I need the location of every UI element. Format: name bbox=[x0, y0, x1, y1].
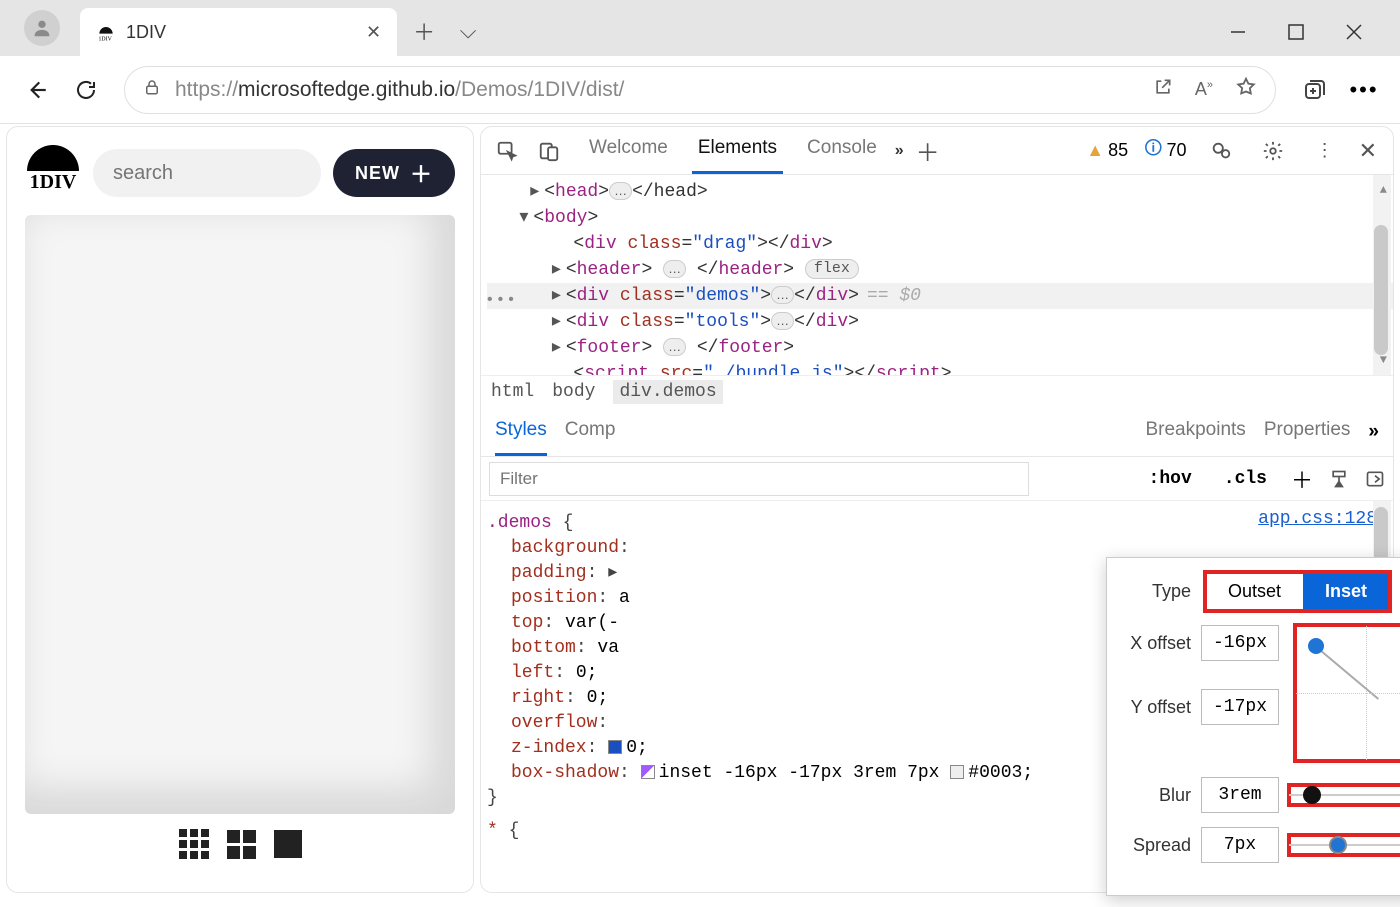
styles-filterbar: :hov .cls ＋ bbox=[481, 457, 1393, 501]
styles-filter-input[interactable] bbox=[489, 462, 1029, 496]
tab-title: 1DIV bbox=[126, 22, 356, 43]
settings-icon[interactable] bbox=[1255, 133, 1291, 169]
devtools-toolbar: Welcome Elements Console » ＋ ▲85 🛈70 ⋮ ✕ bbox=[481, 127, 1393, 175]
crumb-demos[interactable]: div.demos bbox=[613, 380, 722, 404]
new-tab-devtools-icon[interactable]: ＋ bbox=[910, 133, 946, 169]
new-tab-button[interactable]: ＋ bbox=[407, 14, 441, 48]
address-bar: https://microsoftedge.github.io/Demos/1D… bbox=[0, 56, 1400, 124]
dom-breadcrumb: html body div.demos bbox=[481, 375, 1393, 407]
spread-label: Spread bbox=[1121, 835, 1191, 856]
lock-icon bbox=[143, 77, 161, 102]
styles-format-icon[interactable] bbox=[1329, 469, 1349, 489]
offset-thumb-icon[interactable] bbox=[1308, 638, 1324, 654]
dom-selected-row[interactable]: ••• ▸<div class="demos">…</div>== $0 bbox=[487, 283, 1393, 309]
minimize-button[interactable] bbox=[1228, 22, 1248, 42]
url-text: https://microsoftedge.github.io/Demos/1D… bbox=[175, 78, 1139, 102]
shadow-swatch-icon[interactable] bbox=[641, 765, 655, 779]
devtools-panel: Welcome Elements Console » ＋ ▲85 🛈70 ⋮ ✕… bbox=[480, 126, 1394, 893]
collections-icon[interactable] bbox=[1292, 68, 1336, 112]
devtools-close-icon[interactable]: ✕ bbox=[1359, 138, 1377, 164]
browser-menu-icon[interactable]: ••• bbox=[1342, 68, 1386, 112]
maximize-button[interactable] bbox=[1286, 22, 1306, 42]
dom-tree[interactable]: ▸<head>…</head> ▾<body> <div class="drag… bbox=[481, 175, 1393, 375]
tabs-more-icon[interactable]: » bbox=[895, 142, 904, 160]
view-mode-buttons bbox=[25, 814, 455, 874]
browser-tab[interactable]: 1DIV 1DIV ✕ bbox=[80, 8, 397, 56]
devtools-more-icon[interactable]: ⋮ bbox=[1307, 133, 1343, 169]
webpage-1div: 1DIV NEW ＋ bbox=[6, 126, 474, 893]
crumb-body[interactable]: body bbox=[552, 382, 595, 402]
tabs-overflow-icon[interactable]: ⌵ bbox=[451, 14, 485, 48]
yoffset-label: Y offset bbox=[1121, 697, 1191, 718]
xoffset-label: X offset bbox=[1121, 633, 1191, 654]
new-button[interactable]: NEW ＋ bbox=[333, 149, 455, 197]
app-logo: 1DIV bbox=[25, 145, 81, 201]
xoffset-input[interactable]: -16px bbox=[1201, 625, 1279, 661]
tab-welcome[interactable]: Welcome bbox=[583, 127, 674, 174]
refresh-button[interactable] bbox=[64, 68, 108, 112]
spread-input[interactable]: 7px bbox=[1201, 827, 1279, 863]
color-swatch-icon[interactable] bbox=[950, 765, 964, 779]
inspect-element-icon[interactable] bbox=[489, 133, 525, 169]
issues-info[interactable]: 🛈70 bbox=[1144, 136, 1186, 166]
url-box[interactable]: https://microsoftedge.github.io/Demos/1D… bbox=[124, 66, 1276, 114]
demo-canvas bbox=[25, 215, 455, 814]
grid-medium-icon[interactable] bbox=[227, 830, 256, 859]
feedback-icon[interactable] bbox=[1203, 133, 1239, 169]
subtab-breakpoints[interactable]: Breakpoints bbox=[1145, 419, 1245, 456]
favorite-icon[interactable] bbox=[1235, 76, 1257, 103]
styles-subtabs: Styles Comp Breakpoints Properties » bbox=[481, 407, 1393, 457]
grid-small-icon[interactable] bbox=[179, 829, 209, 859]
close-window-button[interactable] bbox=[1344, 22, 1364, 42]
tab-close-icon[interactable]: ✕ bbox=[366, 22, 381, 43]
grid-single-icon[interactable] bbox=[274, 830, 302, 858]
type-inset[interactable]: Inset bbox=[1303, 573, 1389, 610]
plus-icon: ＋ bbox=[410, 157, 433, 189]
profile-avatar[interactable] bbox=[24, 10, 60, 46]
browser-titlebar: 1DIV 1DIV ✕ ＋ ⌵ bbox=[0, 0, 1400, 56]
tab-favicon: 1DIV bbox=[96, 22, 116, 42]
type-outset[interactable]: Outset bbox=[1206, 573, 1303, 610]
offset-pad[interactable] bbox=[1295, 625, 1400, 761]
yoffset-input[interactable]: -17px bbox=[1201, 689, 1279, 725]
back-button[interactable] bbox=[14, 68, 58, 112]
type-segmented: Outset Inset bbox=[1205, 572, 1390, 611]
source-link[interactable]: app.css:128 bbox=[1258, 507, 1377, 532]
type-label: Type bbox=[1121, 581, 1191, 602]
spread-slider[interactable] bbox=[1289, 835, 1400, 855]
blur-input[interactable]: 3rem bbox=[1201, 777, 1279, 813]
window-controls bbox=[1228, 22, 1400, 56]
box-shadow-editor: Type Outset Inset X offset -16px Y offset… bbox=[1106, 557, 1400, 896]
blur-slider[interactable] bbox=[1289, 785, 1400, 805]
issues-warnings[interactable]: ▲85 bbox=[1086, 140, 1128, 161]
subtabs-more-icon[interactable]: » bbox=[1368, 421, 1379, 455]
blur-label: Blur bbox=[1121, 785, 1191, 806]
new-rule-icon[interactable]: ＋ bbox=[1291, 463, 1313, 495]
subtab-styles[interactable]: Styles bbox=[495, 419, 547, 456]
crumb-html[interactable]: html bbox=[491, 382, 534, 402]
subtab-properties[interactable]: Properties bbox=[1264, 419, 1351, 456]
dom-scrollbar[interactable]: ▲▼ bbox=[1373, 175, 1391, 375]
page-search-input[interactable] bbox=[93, 149, 321, 197]
read-aloud-icon[interactable]: A» bbox=[1195, 79, 1213, 100]
svg-text:1DIV: 1DIV bbox=[99, 36, 113, 42]
styles-export-icon[interactable] bbox=[1365, 469, 1385, 489]
open-external-icon[interactable] bbox=[1153, 77, 1173, 102]
tab-elements[interactable]: Elements bbox=[692, 127, 783, 174]
subtab-computed[interactable]: Comp bbox=[565, 419, 616, 456]
device-toggle-icon[interactable] bbox=[531, 133, 567, 169]
hov-toggle[interactable]: :hov bbox=[1141, 465, 1200, 493]
cls-toggle[interactable]: .cls bbox=[1216, 465, 1275, 493]
tab-console[interactable]: Console bbox=[801, 127, 883, 174]
